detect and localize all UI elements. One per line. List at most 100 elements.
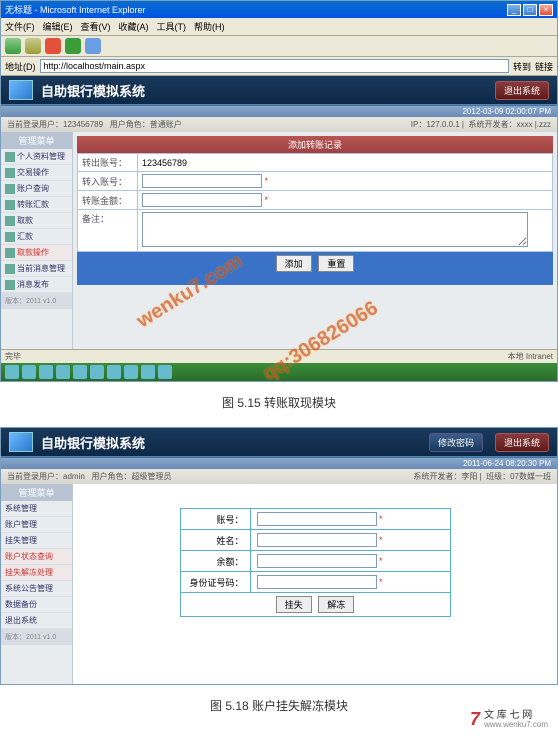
transfer-form: 转出账号： 123456789 转入账号： * 转账金额： * 备注： <box>77 153 553 252</box>
minimize-button[interactable]: _ <box>507 4 521 16</box>
footer-url: www.wenku7.com <box>484 721 548 730</box>
note-textarea[interactable] <box>142 212 528 247</box>
app-title-2: 自助银行模拟系统 <box>41 433 421 452</box>
menu-help[interactable]: 帮助(H) <box>194 20 225 33</box>
info-bar-2: 当前登录用户：admin 用户角色：超级管理员 系统开发者：李阳 | 班级：07… <box>1 469 557 484</box>
info-role: 用户角色：普通账户 <box>110 120 182 129</box>
logo-7-icon: 7 <box>470 709 480 730</box>
task-icon[interactable] <box>141 365 155 379</box>
sidebar-item-cashop[interactable]: 取款操作 <box>1 245 72 261</box>
panel-footer <box>77 275 553 285</box>
label-balance: 余额： <box>180 551 250 572</box>
task-icon[interactable] <box>56 365 70 379</box>
sidebar-item-msgpub[interactable]: 消息发布 <box>1 277 72 293</box>
account-input[interactable] <box>257 512 377 526</box>
submit-button[interactable]: 添加 <box>276 255 312 272</box>
sidebar-item-msgmgr[interactable]: 当前消息管理 <box>1 261 72 277</box>
info-dev-2: 系统开发者：李阳 <box>413 472 477 481</box>
logout-button[interactable]: 退出系统 <box>495 81 549 100</box>
info-ip: IP：127.0.0.1 <box>411 120 460 129</box>
menu-view[interactable]: 查看(V) <box>81 20 111 33</box>
sidebar-version-2: 版本：2011 v1.0 <box>1 629 72 645</box>
sidebar-item-unfreeze[interactable]: 挂失解冻处理 <box>1 565 72 581</box>
amount-input[interactable] <box>142 193 262 207</box>
taskbar <box>1 363 557 381</box>
sidebar-item-profile[interactable]: 个人资料管理 <box>1 149 72 165</box>
label-name: 姓名： <box>180 530 250 551</box>
sidebar-item-transfer[interactable]: 转账汇款 <box>1 197 72 213</box>
app-header: 自助银行模拟系统 退出系统 <box>1 76 557 104</box>
task-icon[interactable] <box>158 365 172 379</box>
required-icon: * <box>265 176 269 186</box>
sidebar-item-trade[interactable]: 交易操作 <box>1 165 72 181</box>
menu-edit[interactable]: 编辑(E) <box>43 20 73 33</box>
home-button[interactable] <box>85 38 101 54</box>
label-to: 转入账号： <box>78 172 138 191</box>
to-input[interactable] <box>142 174 262 188</box>
idcard-input[interactable] <box>257 575 377 589</box>
freeze-form: 账号： * 姓名： * 余额： * 身份证号码： * 挂失 <box>180 508 451 617</box>
info-login: 当前登录用户：123456789 <box>7 120 103 129</box>
menu-file[interactable]: 文件(F) <box>5 20 35 33</box>
menu-fav[interactable]: 收藏(A) <box>119 20 149 33</box>
required-icon: * <box>379 556 383 566</box>
task-icon[interactable] <box>90 365 104 379</box>
forward-button[interactable] <box>25 38 41 54</box>
task-icon[interactable] <box>39 365 53 379</box>
sidebar-item-exit[interactable]: 退出系统 <box>1 613 72 629</box>
info-login-2: 当前登录用户：admin <box>7 472 85 481</box>
datetime-bar: 2012-03-09 02:00:07 PM <box>1 106 557 117</box>
balance-input[interactable] <box>257 554 377 568</box>
menu-tools[interactable]: 工具(T) <box>157 20 187 33</box>
status-done: 完毕 <box>5 351 21 362</box>
change-password-button[interactable]: 修改密码 <box>429 433 483 452</box>
sidebar-item-backup[interactable]: 数据备份 <box>1 597 72 613</box>
sidebar-item-announce[interactable]: 系统公告管理 <box>1 581 72 597</box>
stop-button[interactable] <box>45 38 61 54</box>
maximize-button[interactable]: □ <box>523 4 537 16</box>
browser-toolbar <box>1 36 557 57</box>
label-account: 账号： <box>180 509 250 530</box>
task-icon[interactable] <box>124 365 138 379</box>
msg-icon <box>5 264 15 274</box>
sidebar-item-sysmgr[interactable]: 系统管理 <box>1 501 72 517</box>
close-button[interactable]: × <box>539 4 553 16</box>
browser-titlebar: 无标题 - Microsoft Internet Explorer _ □ × <box>1 1 557 18</box>
unfreeze-button[interactable]: 解冻 <box>318 596 354 613</box>
label-from: 转出账号： <box>78 154 138 172</box>
task-icon[interactable] <box>107 365 121 379</box>
trade-icon <box>5 168 15 178</box>
sidebar-version: 版本：2011 v1.0 <box>1 293 72 309</box>
withdraw-icon <box>5 216 15 226</box>
sidebar-header-2: 管理菜单 <box>1 484 72 501</box>
task-icon[interactable] <box>5 365 19 379</box>
sidebar-item-acctmgr[interactable]: 账户管理 <box>1 517 72 533</box>
sidebar-item-statusquery[interactable]: 账户状态查询 <box>1 549 72 565</box>
go-button[interactable]: 转到 <box>513 60 531 73</box>
logout-button-2[interactable]: 退出系统 <box>495 433 549 452</box>
sidebar-item-lossmgr[interactable]: 挂失管理 <box>1 533 72 549</box>
profile-icon <box>5 152 15 162</box>
sidebar-item-withdraw[interactable]: 取款 <box>1 213 72 229</box>
loss-button[interactable]: 挂失 <box>276 596 312 613</box>
task-icon[interactable] <box>22 365 36 379</box>
back-button[interactable] <box>5 38 21 54</box>
status-zone: 本地 Intranet <box>508 351 553 362</box>
name-input[interactable] <box>257 533 377 547</box>
sidebar-2: 管理菜单 系统管理 账户管理 挂失管理 账户状态查询 挂失解冻处理 系统公告管理… <box>1 484 73 684</box>
sidebar-item-query[interactable]: 账户查询 <box>1 181 72 197</box>
transfer-icon <box>5 200 15 210</box>
links-label[interactable]: 链接 <box>535 60 553 73</box>
reset-button[interactable]: 重置 <box>318 255 354 272</box>
required-icon: * <box>265 195 269 205</box>
address-input[interactable] <box>40 59 509 73</box>
sidebar-item-remit[interactable]: 汇款 <box>1 229 72 245</box>
app-title: 自助银行模拟系统 <box>41 81 487 100</box>
app-header-2: 自助银行模拟系统 修改密码 退出系统 <box>1 428 557 456</box>
info-misc: |.zzz <box>535 120 551 129</box>
task-icon[interactable] <box>73 365 87 379</box>
required-icon: * <box>379 577 383 587</box>
info-dev: 系统开发者：xxxx <box>468 120 532 129</box>
refresh-button[interactable] <box>65 38 81 54</box>
figure-caption-1: 图 5.15 转账取现模块 <box>0 382 558 423</box>
